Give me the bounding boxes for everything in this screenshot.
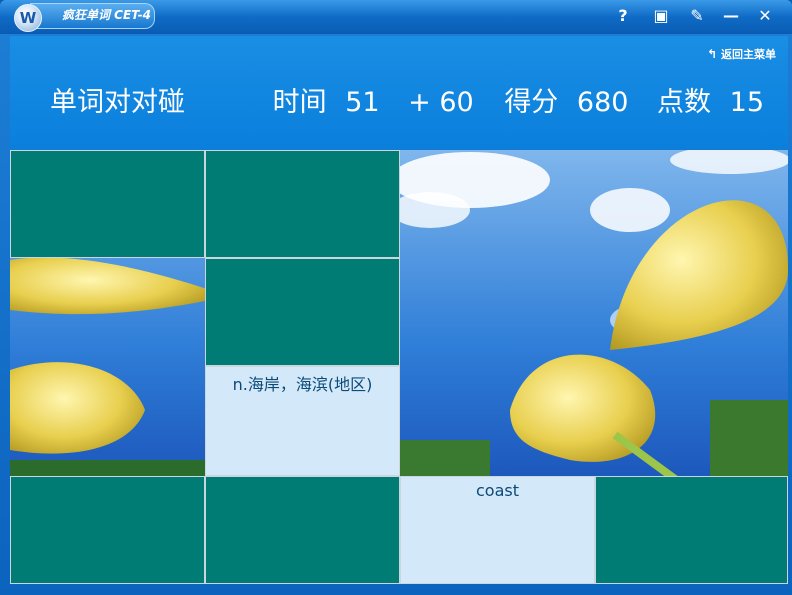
back-to-menu-button[interactable]: ↰ 返回主菜单	[707, 46, 776, 62]
hidden-card[interactable]	[205, 150, 400, 258]
app-title: 疯狂单词 CET-4	[62, 8, 151, 22]
app-window: W 疯狂单词 CET-4 ? ▣ ✎ — ✕ ↰ 返回主菜单 单词对对碰 时间 5…	[0, 0, 792, 595]
edit-icon[interactable]: ✎	[686, 6, 708, 26]
revealed-card-word[interactable]: coast	[400, 476, 595, 584]
revealed-card-meaning[interactable]: n.海岸，海滨(地区)	[205, 366, 400, 476]
score-value: 680	[576, 87, 629, 118]
score-label: 得分	[504, 87, 559, 118]
hidden-card[interactable]	[205, 476, 400, 584]
hidden-card[interactable]	[10, 150, 205, 258]
hidden-card[interactable]	[595, 476, 788, 584]
back-arrow-icon: ↰	[706, 47, 717, 61]
time-label: 时间	[272, 87, 327, 118]
game-header: ↰ 返回主菜单 单词对对碰 时间 51 + 60 得分 680 点数 15	[10, 36, 788, 149]
app-logo-icon: W	[14, 4, 42, 32]
time-value: 51	[345, 87, 380, 118]
points-label: 点数	[657, 87, 712, 118]
help-icon[interactable]: ?	[612, 6, 634, 26]
points-value: 15	[729, 87, 764, 118]
game-board: n.海岸，海滨(地区) coast	[10, 150, 788, 584]
close-icon[interactable]: ✕	[754, 6, 776, 26]
title-bar[interactable]: W 疯狂单词 CET-4 ? ▣ ✎ — ✕	[0, 0, 792, 34]
minimize-icon[interactable]: —	[720, 6, 742, 26]
stats-bar: 时间 51 + 60 得分 680 点数 15	[273, 80, 764, 119]
game-title: 单词对对碰	[50, 87, 185, 118]
hidden-card[interactable]	[10, 476, 205, 584]
time-bonus: + 60	[408, 87, 474, 118]
hidden-card[interactable]	[205, 258, 400, 366]
window-mode-icon[interactable]: ▣	[650, 6, 672, 26]
back-label: 返回主菜单	[721, 48, 776, 61]
